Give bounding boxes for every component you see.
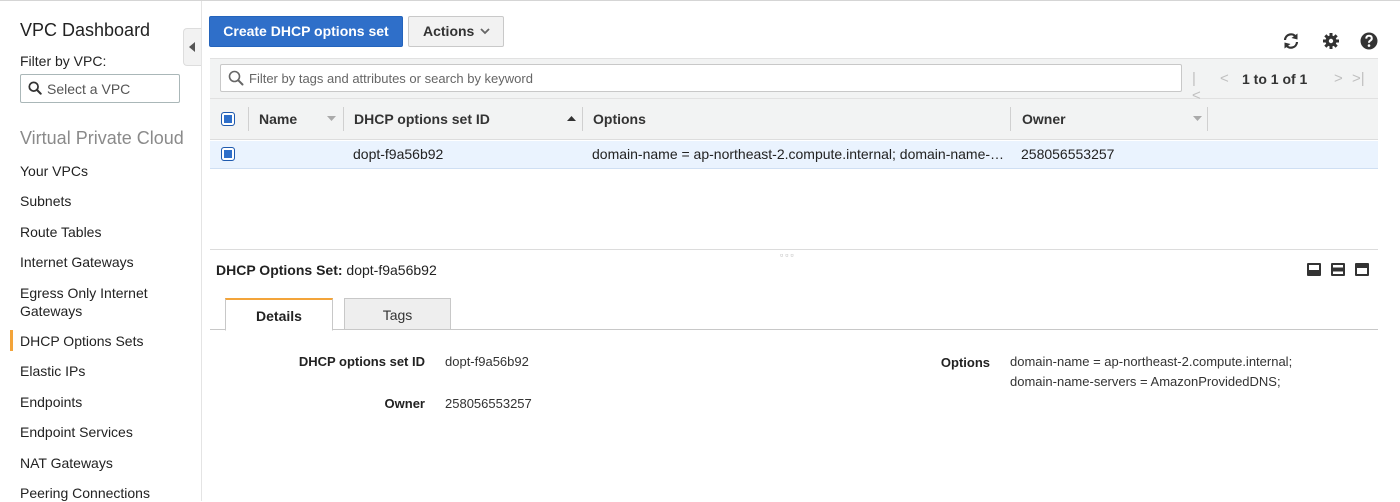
chevron-down-icon[interactable] — [1193, 115, 1202, 122]
sidebar: VPC Dashboard Filter by VPC: Select a VP… — [0, 1, 202, 501]
select-all-checkbox[interactable] — [221, 112, 235, 126]
column-divider — [1010, 107, 1011, 131]
field-value-owner: 258056553257 — [445, 396, 532, 411]
resize-handle-icon[interactable]: ▫▫▫ — [780, 250, 796, 260]
filter-by-vpc-label: Filter by VPC: — [20, 53, 107, 69]
chevron-down-icon — [480, 28, 490, 35]
panel-bottom-icon[interactable] — [1307, 263, 1321, 276]
sidebar-item-peering-connections[interactable]: Peering Connections — [20, 484, 150, 502]
prev-page-icon[interactable]: < — [1220, 70, 1229, 87]
table-header: Name DHCP options set ID Options Owner — [210, 99, 1378, 140]
pager-text: 1 to 1 of 1 — [1242, 71, 1308, 87]
field-label-dhcp-options-set-id: DHCP options set ID — [298, 354, 425, 369]
field-label-owner: Owner — [384, 396, 425, 411]
row-checkbox[interactable] — [221, 147, 235, 161]
sidebar-item-subnets[interactable]: Subnets — [20, 192, 71, 210]
column-divider — [343, 107, 344, 131]
actions-dropdown-button[interactable]: Actions — [408, 16, 504, 47]
panel-top-icon[interactable] — [1355, 263, 1369, 276]
chevron-left-icon — [189, 42, 195, 52]
field-value-dhcp-options-set-id: dopt-f9a56b92 — [445, 354, 529, 369]
refresh-icon[interactable] — [1281, 31, 1301, 51]
column-divider — [582, 107, 583, 131]
last-page-icon[interactable]: >| — [1352, 70, 1365, 87]
column-divider — [1207, 107, 1208, 131]
sidebar-active-indicator — [10, 330, 13, 351]
table-row[interactable]: dopt-f9a56b92 domain-name = ap-northeast… — [210, 141, 1378, 169]
sidebar-item-egress-only-internet-gateways[interactable]: Egress Only Internet Gateways — [20, 284, 180, 320]
help-icon[interactable] — [1359, 31, 1379, 51]
column-header-name[interactable]: Name — [259, 99, 297, 139]
sidebar-item-your-vpcs[interactable]: Your VPCs — [20, 162, 88, 180]
grid-toolbar: Filter by tags and attributes or search … — [210, 58, 1378, 104]
panel-split-icon[interactable] — [1331, 263, 1345, 276]
field-label-options: Options — [940, 355, 990, 370]
column-header-options[interactable]: Options — [593, 99, 646, 139]
detail-title: DHCP Options Set: dopt-f9a56b92 — [216, 262, 437, 278]
search-input[interactable]: Filter by tags and attributes or search … — [220, 64, 1182, 92]
cell-owner: 258056553257 — [1021, 146, 1115, 162]
gear-icon[interactable] — [1321, 31, 1341, 51]
field-value-options-line2: domain-name-servers = AmazonProvidedDNS; — [1010, 374, 1281, 389]
cell-dhcp-options-set-id: dopt-f9a56b92 — [353, 146, 444, 162]
chevron-down-icon[interactable] — [327, 115, 336, 122]
sidebar-item-internet-gateways[interactable]: Internet Gateways — [20, 253, 134, 271]
sidebar-collapse-button[interactable] — [183, 28, 201, 66]
column-divider — [248, 107, 249, 131]
vpc-select[interactable]: Select a VPC — [20, 74, 180, 103]
sidebar-item-endpoint-services[interactable]: Endpoint Services — [20, 423, 133, 441]
column-header-owner[interactable]: Owner — [1022, 99, 1066, 139]
search-icon — [228, 70, 244, 86]
sidebar-item-elastic-ips[interactable]: Elastic IPs — [20, 362, 85, 380]
vpc-select-placeholder: Select a VPC — [47, 81, 131, 97]
detail-title-label: DHCP Options Set: — [216, 262, 343, 278]
sidebar-title[interactable]: VPC Dashboard — [20, 20, 150, 41]
sidebar-item-endpoints[interactable]: Endpoints — [20, 393, 82, 411]
create-dhcp-options-set-button[interactable]: Create DHCP options set — [209, 16, 403, 47]
sidebar-item-route-tables[interactable]: Route Tables — [20, 223, 101, 241]
search-placeholder: Filter by tags and attributes or search … — [249, 71, 533, 86]
sidebar-item-dhcp-options-sets[interactable]: DHCP Options Sets — [20, 332, 143, 350]
sidebar-section-title: Virtual Private Cloud — [20, 128, 184, 148]
tab-details[interactable]: Details — [225, 298, 333, 331]
column-header-dhcp-options-set-id[interactable]: DHCP options set ID — [354, 99, 490, 139]
actions-label: Actions — [423, 23, 475, 39]
sidebar-item-nat-gateways[interactable]: NAT Gateways — [20, 454, 113, 472]
sort-ascending-icon[interactable] — [567, 115, 576, 122]
cell-options: domain-name = ap-northeast-2.compute.int… — [592, 146, 1005, 162]
search-icon — [28, 81, 42, 95]
tab-tags[interactable]: Tags — [344, 298, 451, 330]
field-value-options-line1: domain-name = ap-northeast-2.compute.int… — [1010, 354, 1293, 369]
next-page-icon[interactable]: > — [1334, 70, 1343, 87]
detail-title-value: dopt-f9a56b92 — [346, 262, 437, 278]
